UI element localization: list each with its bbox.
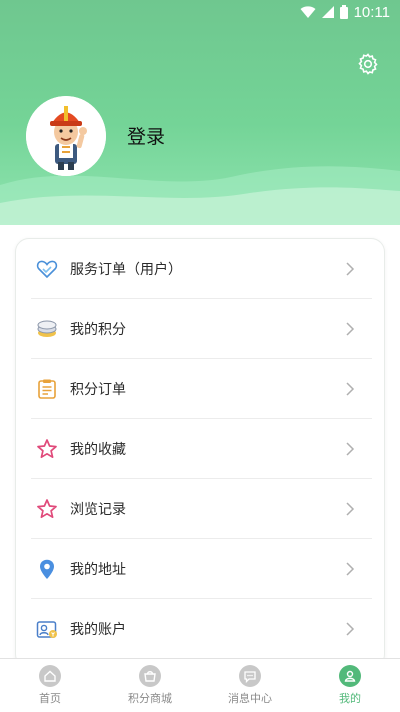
avatar[interactable]	[26, 96, 106, 176]
user-icon	[339, 665, 361, 687]
nav-tab-home[interactable]: 首页	[0, 659, 100, 712]
menu-item-label: 积分订单	[70, 381, 126, 398]
menu-item-label: 我的地址	[70, 561, 126, 578]
signal-icon	[321, 6, 334, 18]
chevron-right-icon	[346, 261, 355, 276]
nav-tab-store[interactable]: 积分商城	[100, 659, 200, 712]
chevron-right-icon	[346, 441, 355, 456]
bottom-nav: 首页 积分商城 消息中心 我的	[0, 658, 400, 712]
wifi-icon	[300, 6, 316, 18]
menu-item-my-points[interactable]: 我的积分	[31, 299, 372, 359]
store-icon	[139, 665, 161, 687]
menu-item-label: 我的收藏	[70, 441, 126, 458]
battery-icon	[339, 5, 348, 19]
status-bar: 10:11	[0, 0, 400, 24]
home-icon	[39, 665, 61, 687]
status-time: 10:11	[353, 3, 390, 21]
menu-item-service-orders[interactable]: 服务订单（用户）	[31, 239, 372, 299]
menu-item-history[interactable]: 浏览记录	[31, 479, 372, 539]
heart-tag-icon	[36, 258, 58, 280]
menu-item-account[interactable]: 我的账户	[31, 599, 372, 659]
settings-gear-icon[interactable]	[356, 52, 380, 76]
menu-item-label: 我的积分	[70, 321, 126, 338]
coins-icon	[36, 318, 58, 340]
worker-avatar-illustration	[26, 96, 106, 176]
clipboard-icon	[36, 378, 58, 400]
nav-label: 我的	[339, 692, 361, 705]
login-link[interactable]: 登录	[127, 122, 165, 149]
nav-label: 消息中心	[228, 692, 272, 705]
menu-item-address[interactable]: 我的地址	[31, 539, 372, 599]
chevron-right-icon	[346, 501, 355, 516]
nav-label: 首页	[39, 692, 61, 705]
message-icon	[239, 665, 261, 687]
chevron-right-icon	[346, 561, 355, 576]
menu-card: 服务订单（用户） 我的积分 积分订单 我的收藏 浏览记录 我的地址 我的账户	[15, 238, 385, 668]
menu-item-favorites[interactable]: 我的收藏	[31, 419, 372, 479]
menu-item-label: 浏览记录	[70, 501, 126, 518]
profile-header: 10:11 登录	[0, 0, 400, 225]
account-icon	[36, 618, 58, 640]
menu-item-points-orders[interactable]: 积分订单	[31, 359, 372, 419]
chevron-right-icon	[346, 381, 355, 396]
nav-label: 积分商城	[128, 692, 172, 705]
menu-item-label: 服务订单（用户）	[70, 261, 182, 278]
nav-tab-me[interactable]: 我的	[300, 659, 400, 712]
star-icon	[36, 438, 58, 460]
star-icon	[36, 498, 58, 520]
menu-item-label: 我的账户	[70, 622, 126, 638]
nav-tab-messages[interactable]: 消息中心	[200, 659, 300, 712]
location-pin-icon	[36, 558, 58, 580]
chevron-right-icon	[346, 321, 355, 336]
chevron-right-icon	[346, 622, 355, 636]
